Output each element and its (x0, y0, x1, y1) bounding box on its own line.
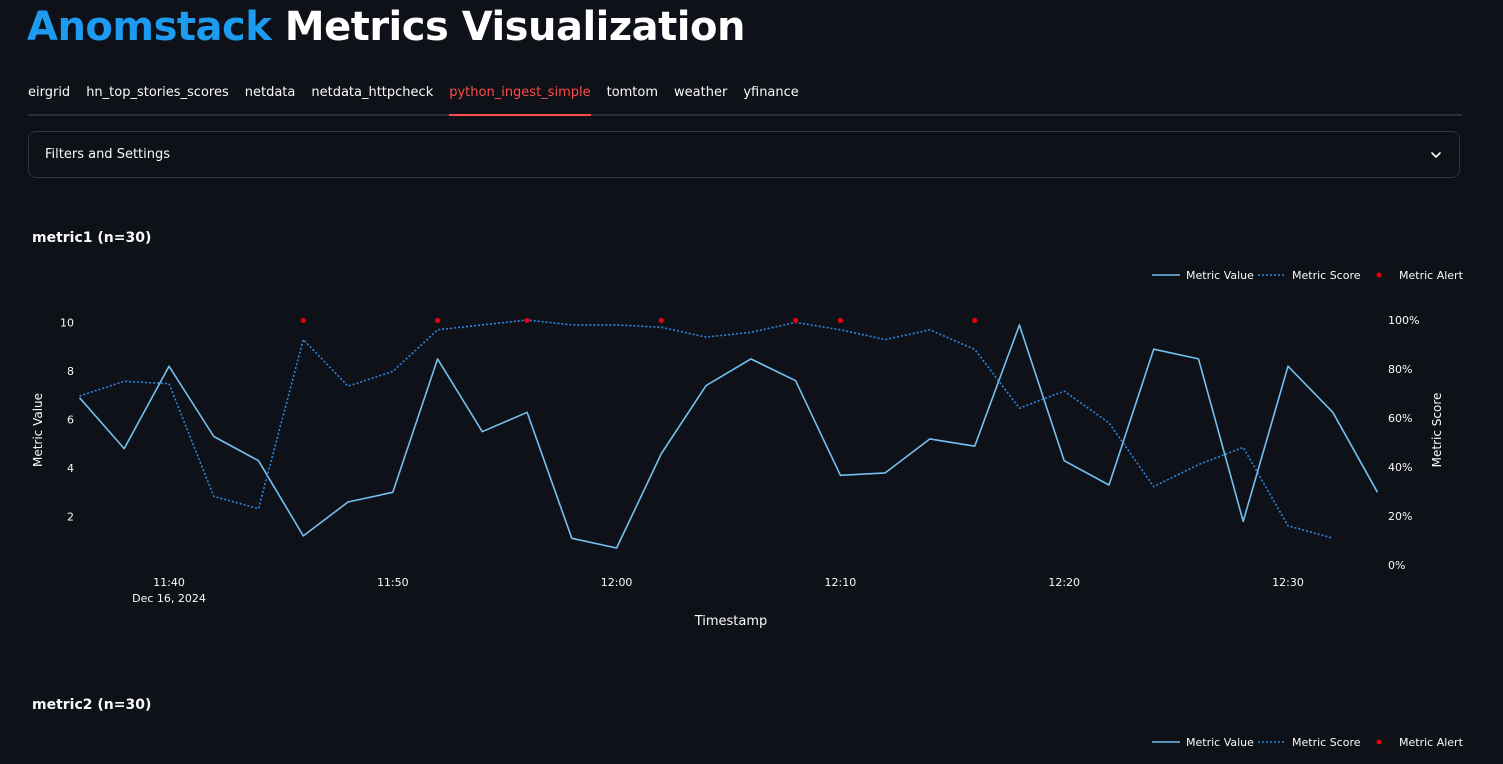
y-tick-label: 6 (67, 414, 74, 427)
x-tick-label: 12:10 (825, 576, 857, 589)
metric-chart[interactable]: Metric Value Metric Score Metric Alert 2 4 6 8… (0, 260, 1503, 640)
legend-label-value: Metric Value (1186, 269, 1254, 282)
tab-weather[interactable]: weather (674, 78, 727, 105)
y2-tick-label: 40% (1388, 461, 1412, 474)
metric-title: metric2 (n=30) (32, 697, 152, 713)
alert-point (972, 317, 978, 324)
x-tick-label: 12:20 (1048, 576, 1080, 589)
y2-axis-title: Metric Score (1430, 393, 1444, 468)
legend-label-alert: Metric Alert (1399, 736, 1464, 749)
tab-netdata-httpcheck[interactable]: netdata_httpcheck (311, 78, 433, 105)
tab-hn-top-stories-scores[interactable]: hn_top_stories_scores (86, 78, 229, 105)
x-tick-label: 11:40 (153, 576, 185, 589)
chevron-down-icon (1431, 151, 1441, 158)
y-tick-label: 10 (60, 317, 74, 330)
brand-name: Anomstack (27, 4, 272, 50)
tab-python-ingest-simple[interactable]: python_ingest_simple (449, 78, 591, 116)
x-tick-label: 12:30 (1272, 576, 1304, 589)
legend-label-score: Metric Score (1292, 269, 1361, 282)
tab-bar: eirgrid hn_top_stories_scores netdata netda… (28, 78, 1462, 116)
legend: Metric Value Metric Score Metric Alert (1152, 269, 1464, 282)
expander-label: Filters and Settings (45, 147, 171, 162)
alert-point (837, 317, 844, 324)
tab-netdata[interactable]: netdata (245, 78, 296, 105)
series-line-metric-value (78, 324, 1379, 549)
legend-label-alert: Metric Alert (1399, 269, 1464, 282)
chart-legend: Metric Value Metric Score Metric Alert (1152, 736, 1464, 749)
metric-title: metric1 (n=30) (32, 230, 152, 246)
y-tick-label: 4 (67, 462, 74, 475)
alert-point (524, 317, 530, 324)
alert-point (793, 317, 799, 324)
page-title: Anomstack Metrics Visualization (27, 4, 745, 50)
legend-swatch-alert (1376, 272, 1382, 278)
tab-yfinance[interactable]: yfinance (743, 78, 798, 105)
legend: Metric Value Metric Score Metric Alert (1152, 736, 1464, 749)
tab-tomtom[interactable]: tomtom (607, 78, 658, 105)
filters-expander[interactable]: Filters and Settings (28, 131, 1460, 178)
y2-tick-label: 60% (1388, 412, 1412, 425)
alert-point (658, 317, 664, 324)
legend-label-score: Metric Score (1292, 736, 1361, 749)
x-axis-title: Timestamp (694, 614, 768, 629)
y2-tick-label: 20% (1388, 510, 1412, 523)
title-text: Metrics Visualization (284, 4, 746, 50)
x-tick-label: 12:00 (601, 576, 633, 589)
y2-tick-label: 0% (1388, 559, 1405, 572)
tab-eirgrid[interactable]: eirgrid (28, 78, 70, 105)
x-tick-date: Dec 16, 2024 (132, 592, 206, 605)
y-tick-label: 8 (67, 365, 74, 378)
alert-point (300, 317, 306, 324)
legend-label-value: Metric Value (1186, 736, 1254, 749)
y2-tick-label: 100% (1388, 314, 1419, 327)
y-axis-title: Metric Value (31, 393, 45, 467)
legend-swatch-alert (1376, 739, 1382, 745)
alert-point (434, 317, 441, 324)
page: Anomstack Metrics Visualization eirgrid h… (0, 0, 1503, 764)
series-line-metric-score (79, 319, 1334, 539)
y-tick-label: 2 (67, 511, 74, 524)
y2-tick-label: 80% (1388, 363, 1412, 376)
x-tick-label: 11:50 (377, 576, 409, 589)
